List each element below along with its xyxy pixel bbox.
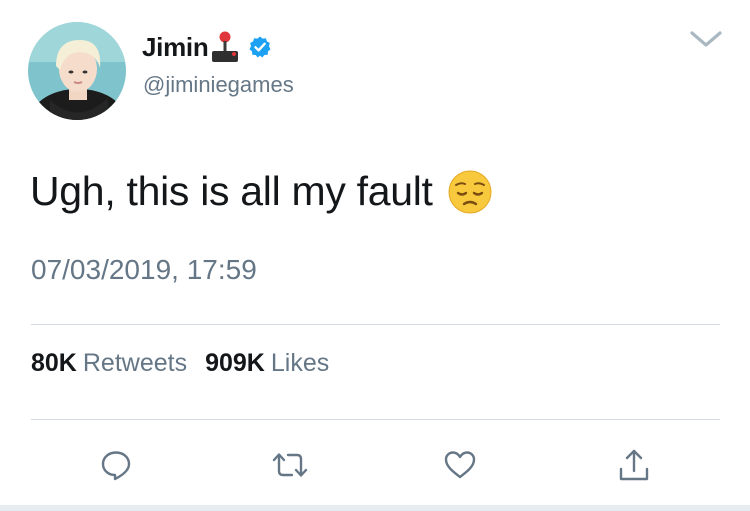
- tweet-text: Ugh, this is all my fault: [30, 168, 433, 214]
- retweets-label[interactable]: Retweets: [83, 349, 187, 378]
- bottom-border: [0, 505, 750, 511]
- tweet-text-row: Ugh, this is all my fault: [30, 168, 493, 215]
- share-button[interactable]: [614, 445, 654, 485]
- retweet-button[interactable]: [270, 445, 310, 485]
- tweet-stats: 80K Retweets 909K Likes: [31, 349, 329, 378]
- display-name[interactable]: Jimin: [142, 32, 209, 63]
- like-icon: [444, 451, 476, 479]
- reply-button[interactable]: [96, 445, 136, 485]
- share-icon: [619, 449, 649, 481]
- tweet-timestamp[interactable]: 07/03/2019, 17:59: [31, 254, 257, 286]
- retweet-icon: [272, 453, 308, 477]
- likes-label[interactable]: Likes: [271, 349, 329, 378]
- like-button[interactable]: [440, 445, 480, 485]
- chevron-down-icon[interactable]: [688, 28, 724, 50]
- divider: [31, 324, 720, 325]
- joystick-icon: [212, 31, 239, 62]
- avatar[interactable]: [28, 22, 126, 120]
- handle[interactable]: @jiminiegames: [143, 72, 294, 98]
- pensive-face-icon: [448, 170, 492, 213]
- likes-count[interactable]: 909K: [205, 349, 265, 378]
- verified-badge-icon: [249, 36, 271, 58]
- reply-icon: [101, 451, 131, 481]
- divider: [31, 419, 720, 420]
- retweets-count[interactable]: 80K: [31, 349, 77, 378]
